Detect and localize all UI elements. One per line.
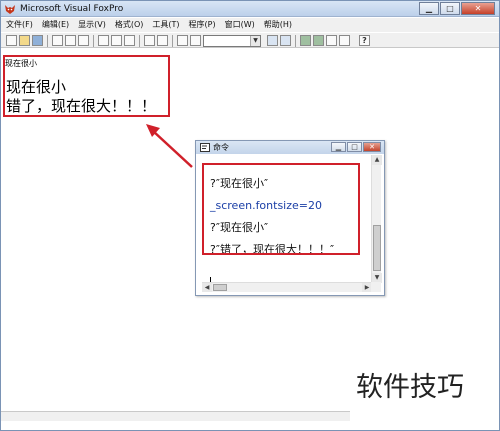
help-icon[interactable]: ? <box>359 35 370 46</box>
status-bar <box>1 411 351 421</box>
close-icon[interactable]: ✕ <box>461 2 495 15</box>
paste-icon[interactable] <box>124 35 135 46</box>
redo-icon[interactable] <box>157 35 168 46</box>
copy-icon[interactable] <box>111 35 122 46</box>
cut-icon[interactable] <box>98 35 109 46</box>
chevron-down-icon[interactable]: ▼ <box>250 36 260 46</box>
autoreport-icon[interactable] <box>339 35 350 46</box>
watermark-text: 软件技巧 <box>350 368 498 422</box>
fox-app-icon <box>5 5 15 14</box>
maximize-icon[interactable]: □ <box>347 142 362 152</box>
maximize-icon[interactable]: □ <box>440 2 460 15</box>
menu-edit[interactable]: 编辑(E) <box>42 19 69 31</box>
open-folder-icon[interactable] <box>19 35 30 46</box>
window-controls: ▁ □ ✕ <box>418 2 495 15</box>
autoform-icon[interactable] <box>326 35 337 46</box>
toolbar-separator <box>139 35 140 47</box>
form-wizard-icon[interactable] <box>300 35 311 46</box>
view-window-icon[interactable] <box>280 35 291 46</box>
minimize-icon[interactable]: ▁ <box>331 142 346 152</box>
scroll-thumb[interactable] <box>213 284 227 291</box>
menu-tools[interactable]: 工具(T) <box>152 19 179 31</box>
modify-icon[interactable] <box>190 35 201 46</box>
menu-view[interactable]: 显示(V) <box>78 19 106 31</box>
menu-bar: 文件(F) 编辑(E) 显示(V) 格式(O) 工具(T) 程序(P) 窗口(W… <box>1 18 499 32</box>
command-window-title-bar[interactable]: 命令 ▁ □ ✕ <box>196 141 384 154</box>
menu-format[interactable]: 格式(O) <box>115 19 144 31</box>
vertical-scrollbar[interactable]: ▲ ▼ <box>371 155 382 283</box>
commands-highlight-box <box>202 163 360 255</box>
scroll-left-icon[interactable]: ◀ <box>202 283 212 292</box>
output-highlight-box <box>3 55 170 117</box>
scroll-up-icon[interactable]: ▲ <box>372 155 382 165</box>
menu-file[interactable]: 文件(F) <box>6 19 33 31</box>
command-window-icon <box>200 143 210 152</box>
minimize-icon[interactable]: ▁ <box>419 2 439 15</box>
command-window-tool-icon[interactable] <box>267 35 278 46</box>
spell-check-icon[interactable] <box>78 35 89 46</box>
command-window-title: 命令 <box>213 143 229 152</box>
toolbar-separator <box>93 35 94 47</box>
run-icon[interactable] <box>177 35 188 46</box>
save-icon[interactable] <box>32 35 43 46</box>
menu-window[interactable]: 窗口(W) <box>225 19 255 31</box>
command-window[interactable]: 命令 ▁ □ ✕ ?″现在很小″ _screen.fontsize=20 ?″现… <box>195 140 385 296</box>
standard-toolbar: ▼ ? <box>1 32 499 48</box>
window-title: Microsoft Visual FoxPro <box>20 4 124 14</box>
toolbar-separator <box>172 35 173 47</box>
menu-program[interactable]: 程序(P) <box>189 19 216 31</box>
database-combo[interactable]: ▼ <box>203 35 261 47</box>
print-icon[interactable] <box>52 35 63 46</box>
title-bar: Microsoft Visual FoxPro ▁ □ ✕ <box>1 1 499 17</box>
print-preview-icon[interactable] <box>65 35 76 46</box>
command-window-controls: ▁ □ ✕ <box>330 142 381 152</box>
close-icon[interactable]: ✕ <box>363 142 381 152</box>
undo-icon[interactable] <box>144 35 155 46</box>
toolbar-separator <box>295 35 296 47</box>
scroll-thumb[interactable] <box>373 225 381 271</box>
horizontal-scrollbar[interactable]: ◀ ▶ <box>202 282 372 292</box>
resize-grip[interactable] <box>371 282 381 292</box>
menu-help[interactable]: 帮助(H) <box>264 19 292 31</box>
new-file-icon[interactable] <box>6 35 17 46</box>
toolbar-separator <box>47 35 48 47</box>
report-wizard-icon[interactable] <box>313 35 324 46</box>
